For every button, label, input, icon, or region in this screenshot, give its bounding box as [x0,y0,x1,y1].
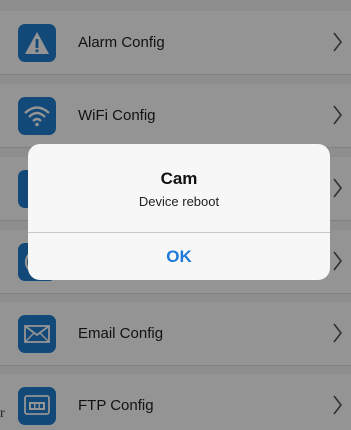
alert-dialog: Cam Device reboot OK [28,144,330,280]
settings-screen: Alarm Config WiFi Config Email Config FT… [0,0,351,430]
ok-button[interactable]: OK [28,233,330,280]
dialog-title: Cam [160,169,198,188]
edge-fragment-text: r [0,406,5,421]
dialog-message: Device reboot [138,194,220,209]
